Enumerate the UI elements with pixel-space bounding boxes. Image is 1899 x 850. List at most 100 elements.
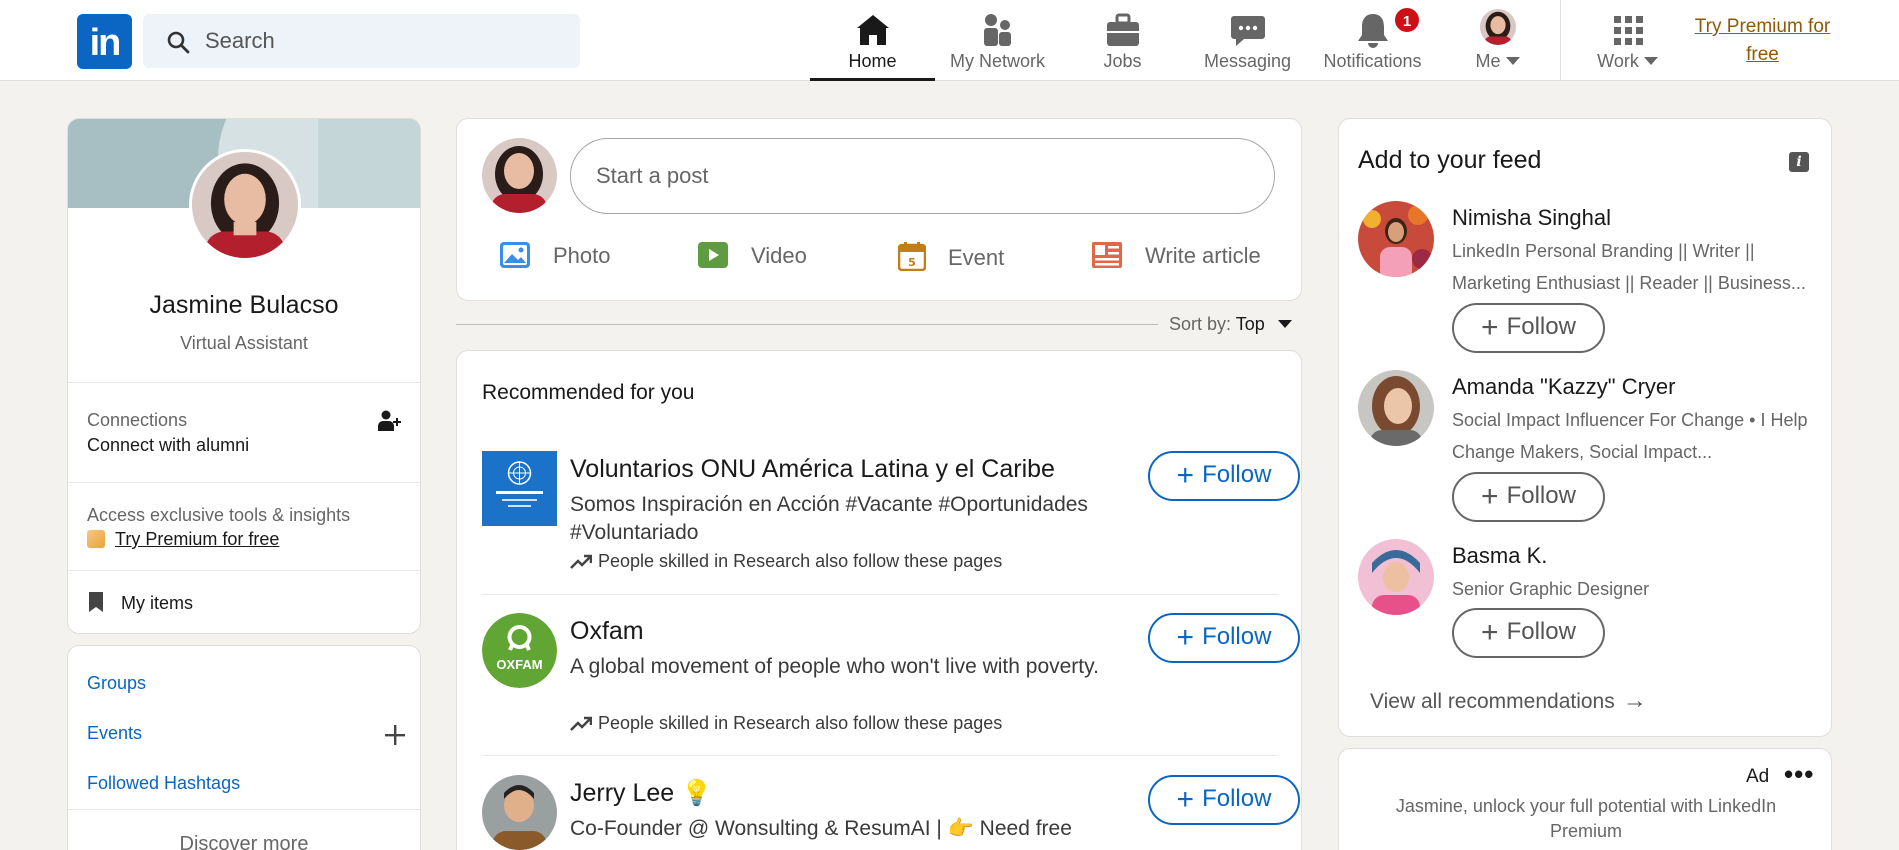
my-items-link[interactable]: My items: [87, 591, 193, 614]
follow-label: Follow: [1202, 623, 1272, 650]
me-avatar: [1479, 8, 1516, 46]
nav-notifications[interactable]: 1 Notifications: [1310, 6, 1435, 80]
divider: [482, 755, 1278, 756]
add-event-icon[interactable]: [384, 724, 406, 746]
feed-person-name[interactable]: Amanda "Kazzy" Cryer: [1452, 374, 1675, 400]
plus-icon: +: [1481, 616, 1499, 649]
ad-text[interactable]: Jasmine, unlock your full potential with…: [1369, 794, 1803, 844]
communities-card: Groups Events Followed Hashtags Discover…: [67, 645, 421, 850]
events-link[interactable]: Events: [87, 723, 142, 744]
nav-my-network[interactable]: My Network: [935, 8, 1060, 80]
follow-button[interactable]: + Follow: [1148, 451, 1300, 501]
notification-badge: 1: [1393, 6, 1421, 34]
bookmark-icon: [89, 592, 103, 612]
plus-icon: +: [1481, 480, 1499, 513]
follow-button[interactable]: + Follow: [1452, 472, 1605, 522]
follow-label: Follow: [1202, 461, 1272, 488]
event-button[interactable]: 5 Event: [897, 241, 1004, 279]
feed-person-name[interactable]: Nimisha Singhal: [1452, 205, 1611, 231]
sort-divider: [456, 324, 1158, 325]
follow-button[interactable]: + Follow: [1148, 775, 1300, 825]
add-person-icon[interactable]: [377, 409, 401, 433]
divider: [68, 570, 420, 571]
un-logo: [482, 451, 557, 526]
nav-work[interactable]: Work: [1565, 8, 1690, 80]
followed-hashtags-link[interactable]: Followed Hashtags: [87, 773, 240, 794]
profile-photo: [192, 152, 298, 258]
logo-text: in: [89, 22, 122, 64]
photo-button[interactable]: Photo: [499, 241, 611, 279]
premium-icon: [87, 530, 105, 548]
follow-label: Follow: [1202, 785, 1272, 812]
photo-icon: [500, 242, 530, 268]
more-options-icon[interactable]: •••: [1784, 759, 1814, 790]
connections-label[interactable]: Connections: [87, 410, 187, 431]
amanda-avatar[interactable]: [1358, 370, 1434, 446]
profile-card: Jasmine Bulacso Virtual Assistant Connec…: [67, 118, 421, 634]
follow-label: Follow: [1506, 482, 1576, 509]
start-post-button[interactable]: Start a post: [570, 138, 1275, 214]
search-box[interactable]: [143, 14, 580, 68]
search-input[interactable]: [205, 14, 565, 68]
feed-person-name[interactable]: Basma K.: [1452, 543, 1547, 569]
nav-me-label: Me: [1435, 51, 1560, 72]
profile-avatar[interactable]: [189, 149, 301, 261]
follow-label: Follow: [1506, 618, 1576, 645]
follow-button[interactable]: + Follow: [1452, 608, 1605, 658]
write-article-button[interactable]: Write article: [1091, 241, 1261, 279]
amanda-photo: [1358, 370, 1434, 446]
jerry-lee-avatar[interactable]: [482, 775, 557, 850]
add-to-feed-title: Add to your feed: [1358, 146, 1542, 174]
nav-me-text: Me: [1475, 51, 1501, 71]
follow-button[interactable]: + Follow: [1452, 303, 1605, 353]
try-premium-link[interactable]: Try Premium for free: [1680, 13, 1845, 69]
nav-messaging[interactable]: Messaging: [1185, 8, 1310, 80]
home-icon: [856, 15, 889, 45]
list-item: Nimisha Singhal LinkedIn Personal Brandi…: [1358, 201, 1818, 353]
user-avatar[interactable]: [482, 138, 557, 213]
follow-button[interactable]: + Follow: [1148, 613, 1300, 663]
info-icon[interactable]: i: [1789, 152, 1809, 172]
nimisha-photo: [1358, 201, 1434, 277]
video-icon: [698, 242, 728, 268]
sort-dropdown[interactable]: Sort by: Top: [1169, 314, 1292, 335]
my-items-text: My items: [121, 593, 193, 613]
connections-sub[interactable]: Connect with alumni: [87, 435, 249, 456]
profile-name[interactable]: Jasmine Bulacso: [68, 291, 420, 320]
rec-name[interactable]: Oxfam: [570, 617, 644, 646]
list-item: Voluntarios ONU América Latina y el Cari…: [482, 451, 1300, 601]
oxfam-logo[interactable]: OXFAM: [482, 613, 557, 688]
divider: [68, 382, 420, 383]
video-label: Video: [751, 243, 807, 268]
list-item: OXFAM Oxfam A global movement of people …: [482, 613, 1300, 753]
oxfam-logo-text: OXFAM: [496, 657, 543, 672]
un-volunteers-logo[interactable]: [482, 451, 557, 526]
divider: [68, 809, 420, 810]
try-premium-button[interactable]: Try Premium for free: [87, 529, 279, 550]
video-button[interactable]: Video: [697, 241, 807, 279]
groups-link[interactable]: Groups: [87, 673, 146, 694]
nav-divider: [1560, 0, 1561, 81]
chevron-down-icon: [1277, 320, 1292, 328]
view-all-text: View all recommendations: [1370, 690, 1615, 713]
write-article-label: Write article: [1145, 243, 1261, 268]
nav-home-label: Home: [848, 51, 897, 71]
rec-desc: Somos Inspiración en Acción #Vacante #Op…: [570, 493, 1088, 544]
article-icon: [1092, 242, 1122, 268]
basma-avatar[interactable]: [1358, 539, 1434, 615]
rec-name[interactable]: Jerry Lee 💡: [570, 779, 712, 808]
sort-value: Top: [1235, 314, 1265, 334]
sort-label: Sort by:: [1169, 314, 1232, 334]
nav-jobs[interactable]: Jobs: [1060, 8, 1185, 80]
user-photo: [482, 138, 557, 213]
premium-line-1: Try Premium for: [1694, 16, 1831, 37]
linkedin-logo[interactable]: in: [77, 14, 132, 69]
nav-me[interactable]: Me: [1435, 8, 1560, 80]
discover-more-link[interactable]: Discover more: [68, 833, 420, 850]
recommended-card: Recommended for you Voluntarios ONU Amér…: [456, 350, 1302, 850]
rec-name[interactable]: Voluntarios ONU América Latina y el Cari…: [570, 455, 1055, 484]
view-all-recommendations-link[interactable]: View all recommendations →: [1370, 687, 1647, 715]
nimisha-avatar[interactable]: [1358, 201, 1434, 277]
nav-home[interactable]: Home: [810, 8, 935, 81]
plus-icon: +: [1176, 459, 1195, 492]
